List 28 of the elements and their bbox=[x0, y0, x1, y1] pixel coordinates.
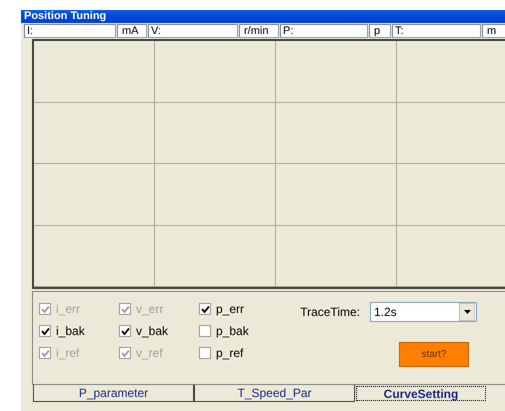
checkbox[interactable]: p_ref bbox=[199, 346, 277, 360]
tab[interactable]: CurveSetting bbox=[355, 385, 487, 402]
checkbox[interactable]: i_bak bbox=[39, 324, 119, 338]
tab[interactable]: P_parameter bbox=[33, 385, 194, 402]
checkmark-icon bbox=[120, 326, 130, 336]
checkmark-icon bbox=[200, 304, 210, 314]
checkbox[interactable]: p_bak bbox=[199, 324, 277, 338]
trace-time-dropdown[interactable]: 1.2s bbox=[370, 302, 477, 322]
tab[interactable]: T_Speed_Par bbox=[194, 385, 355, 402]
trace-time-label: TraceTime: bbox=[300, 305, 360, 319]
checkmark-icon bbox=[40, 348, 50, 358]
unit-field: p bbox=[369, 24, 391, 38]
dropdown-arrow-icon bbox=[464, 310, 470, 314]
unit-field: r/min bbox=[239, 24, 279, 38]
window-title: Position Tuning bbox=[24, 10, 106, 22]
checkbox[interactable]: p_err bbox=[199, 302, 277, 316]
unit-field: m bbox=[482, 24, 505, 38]
readout-field: T: bbox=[392, 24, 481, 38]
start-button[interactable]: start? bbox=[399, 342, 469, 367]
checkmark-icon bbox=[40, 326, 50, 336]
checkmark-icon bbox=[120, 348, 130, 358]
checkbox[interactable]: v_bak bbox=[119, 324, 199, 338]
readout-field: V: bbox=[148, 24, 238, 38]
readout-field: P: bbox=[280, 24, 368, 38]
unit-field: mA bbox=[117, 24, 147, 38]
checkmark-icon bbox=[120, 304, 130, 314]
readout-field: I: bbox=[24, 24, 116, 38]
checkmark-icon bbox=[40, 304, 50, 314]
